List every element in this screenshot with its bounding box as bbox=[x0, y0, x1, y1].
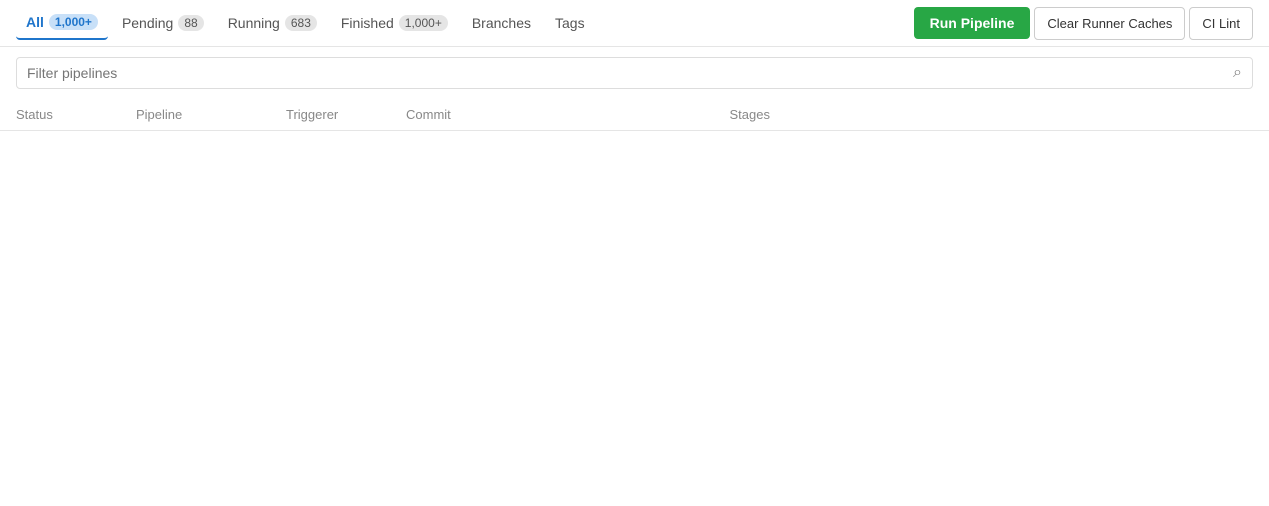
ci-lint-button[interactable]: CI Lint bbox=[1189, 7, 1253, 40]
tab-branches-label: Branches bbox=[472, 15, 531, 31]
tab-pending[interactable]: Pending 88 bbox=[112, 7, 214, 39]
filter-bar: ⌕ bbox=[0, 47, 1269, 99]
header-status: Status bbox=[16, 107, 136, 122]
top-bar: All 1,000+ Pending 88 Running 683 Finish… bbox=[0, 0, 1269, 47]
tab-branches[interactable]: Branches bbox=[462, 7, 541, 39]
tab-tags-label: Tags bbox=[555, 15, 585, 31]
search-button[interactable]: ⌕ bbox=[1233, 64, 1242, 82]
tab-running-badge: 683 bbox=[285, 15, 317, 31]
header-pipeline: Pipeline bbox=[136, 107, 286, 122]
tab-finished-badge: 1,000+ bbox=[399, 15, 448, 31]
header-triggerer: Triggerer bbox=[286, 107, 406, 122]
run-pipeline-button[interactable]: Run Pipeline bbox=[914, 7, 1031, 39]
tab-all-label: All bbox=[26, 14, 44, 30]
filter-input[interactable] bbox=[27, 65, 1233, 81]
tab-pending-badge: 88 bbox=[178, 15, 203, 31]
clear-caches-button[interactable]: Clear Runner Caches bbox=[1034, 7, 1185, 40]
header-commit: Commit bbox=[406, 107, 730, 122]
search-icon: ⌕ bbox=[1233, 64, 1242, 81]
header-actions bbox=[1053, 107, 1253, 122]
tab-running-label: Running bbox=[228, 15, 280, 31]
tab-all[interactable]: All 1,000+ bbox=[16, 6, 108, 40]
table-header: Status Pipeline Triggerer Commit Stages bbox=[0, 99, 1269, 131]
tab-tags[interactable]: Tags bbox=[545, 7, 595, 39]
tab-finished[interactable]: Finished 1,000+ bbox=[331, 7, 458, 39]
tab-finished-label: Finished bbox=[341, 15, 394, 31]
tab-running[interactable]: Running 683 bbox=[218, 7, 327, 39]
filter-input-wrap: ⌕ bbox=[16, 57, 1253, 89]
tab-all-badge: 1,000+ bbox=[49, 14, 98, 30]
header-stages: Stages bbox=[730, 107, 1054, 122]
tab-pending-label: Pending bbox=[122, 15, 173, 31]
